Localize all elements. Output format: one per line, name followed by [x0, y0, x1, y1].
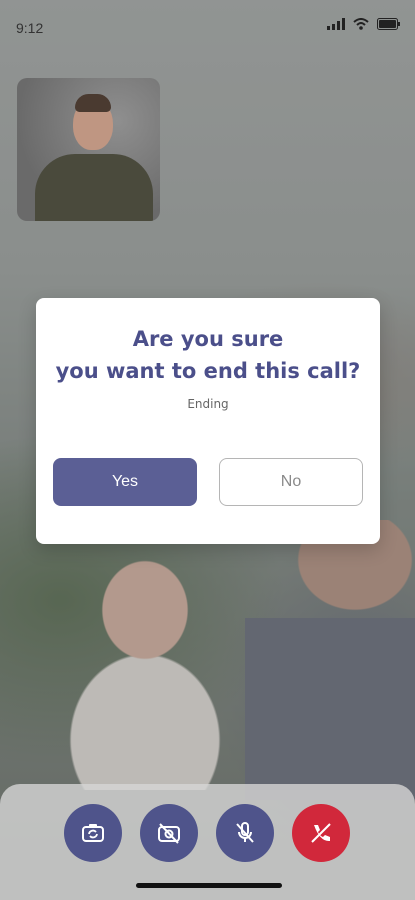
switch-camera-button[interactable] — [64, 804, 122, 862]
dialog-subtitle: Ending — [187, 397, 229, 411]
switch-camera-icon — [82, 824, 104, 842]
yes-button[interactable]: Yes — [53, 458, 197, 506]
status-time: 9:12 — [16, 20, 44, 36]
self-view-video[interactable] — [17, 78, 160, 221]
self-view-shirt — [35, 154, 153, 221]
self-view-hair — [75, 94, 111, 112]
home-indicator — [136, 883, 282, 888]
wifi-icon — [353, 18, 369, 30]
mute-button[interactable] — [216, 804, 274, 862]
end-call-dialog: Are you sure you want to end this call? … — [36, 298, 380, 544]
call-controls — [0, 784, 415, 900]
mic-off-icon — [236, 822, 254, 843]
signal-icon — [327, 18, 345, 30]
dialog-title-line2: you want to end this call? — [55, 359, 361, 383]
end-call-icon — [311, 823, 331, 843]
video-off-icon — [158, 823, 180, 844]
end-call-button[interactable] — [292, 804, 350, 862]
status-icons — [327, 18, 401, 30]
video-off-button[interactable] — [140, 804, 198, 862]
status-bar: 9:12 — [0, 0, 415, 58]
dialog-title: Are you sure you want to end this call? — [36, 298, 380, 387]
no-button[interactable]: No — [219, 458, 363, 506]
dialog-title-line1: Are you sure — [132, 327, 284, 351]
battery-icon — [377, 18, 400, 30]
